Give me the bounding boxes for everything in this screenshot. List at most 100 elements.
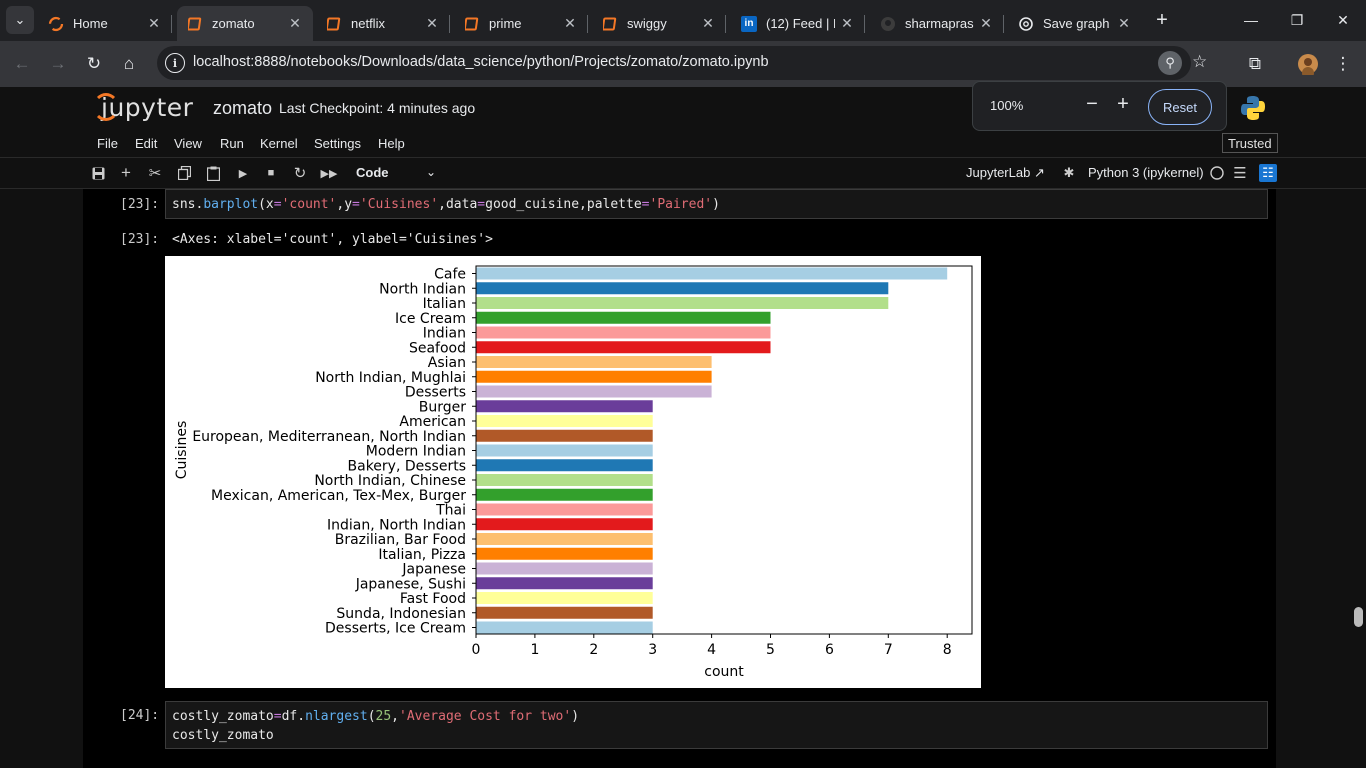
close-window-button[interactable]: ✕ bbox=[1320, 0, 1366, 40]
site-info-icon[interactable]: i bbox=[165, 53, 185, 73]
close-icon[interactable]: ✕ bbox=[835, 15, 859, 32]
close-icon[interactable]: ✕ bbox=[696, 15, 720, 32]
code-editor[interactable]: costly_zomato=df.nlargest(25,'Average Co… bbox=[166, 702, 1267, 750]
jupyterlab-link[interactable]: JupyterLab ↗ bbox=[966, 165, 1045, 181]
y-tick-label: Fast Food bbox=[400, 591, 466, 607]
jupyter-ring-icon bbox=[93, 93, 119, 121]
menu-kernel[interactable]: Kernel bbox=[260, 136, 298, 151]
tab-github[interactable]: sharmaprash ✕ bbox=[870, 6, 1004, 41]
y-tick-label: Thai bbox=[435, 503, 466, 519]
address-bar[interactable]: i localhost:8888/notebooks/Downloads/dat… bbox=[157, 46, 1207, 80]
copy-icon[interactable] bbox=[175, 164, 193, 182]
tab-separator bbox=[864, 15, 865, 33]
notebook-title[interactable]: zomato bbox=[213, 98, 272, 119]
new-tab-button[interactable]: + bbox=[1150, 8, 1174, 32]
x-tick-label: 4 bbox=[707, 642, 716, 658]
jupyter-logo[interactable]: jupyter bbox=[93, 93, 193, 122]
property-inspector-icon[interactable]: ☷ bbox=[1259, 164, 1277, 182]
zoom-icon[interactable]: ⚲ bbox=[1158, 51, 1182, 75]
chevron-down-icon[interactable]: ⌄ bbox=[426, 165, 436, 179]
menu-edit[interactable]: Edit bbox=[135, 136, 157, 151]
menu-view[interactable]: View bbox=[174, 136, 202, 151]
linkedin-icon: in bbox=[741, 15, 757, 32]
jupyterlab-link-label: JupyterLab bbox=[966, 165, 1031, 180]
close-icon[interactable]: ✕ bbox=[283, 15, 307, 32]
tab-search-button[interactable]: ⌄ bbox=[6, 6, 34, 34]
run-icon[interactable]: ▶ bbox=[234, 164, 252, 182]
bar bbox=[476, 606, 653, 619]
close-icon[interactable]: ✕ bbox=[558, 15, 582, 32]
y-tick-label: North Indian, Mughlai bbox=[315, 370, 466, 386]
close-icon[interactable]: ✕ bbox=[1112, 15, 1136, 32]
zoom-reset-button[interactable]: Reset bbox=[1148, 89, 1212, 125]
y-tick-label: Japanese bbox=[401, 562, 466, 578]
bar bbox=[476, 488, 653, 501]
bar bbox=[476, 341, 771, 354]
kernel-name[interactable]: Python 3 (ipykernel) bbox=[1088, 165, 1204, 180]
bar bbox=[476, 474, 653, 486]
menu-run[interactable]: Run bbox=[220, 136, 244, 151]
extensions-icon[interactable]: ⧉ bbox=[1241, 50, 1269, 78]
restart-icon[interactable]: ↻ bbox=[291, 164, 309, 182]
code-cell-23[interactable]: sns.barplot(x='count',y='Cuisines',data=… bbox=[165, 189, 1268, 219]
jupyter-menu-bar: File Edit View Run Kernel Settings Help bbox=[0, 128, 1366, 158]
bar bbox=[476, 503, 653, 516]
zoom-out-button[interactable]: − bbox=[1080, 93, 1104, 116]
minimize-button[interactable]: — bbox=[1228, 0, 1274, 40]
tab-prime[interactable]: prime ✕ bbox=[454, 6, 588, 41]
jupyter-icon bbox=[48, 16, 64, 32]
browser-menu-icon[interactable]: ⋮ bbox=[1329, 50, 1357, 78]
y-tick-label: Cafe bbox=[434, 267, 466, 283]
stop-icon[interactable]: ■ bbox=[262, 164, 280, 182]
menu-file[interactable]: File bbox=[97, 136, 118, 151]
x-tick-label: 0 bbox=[472, 642, 481, 658]
bookmark-star-icon[interactable]: ☆ bbox=[1192, 52, 1207, 72]
tab-linkedin[interactable]: in (12) Feed | Li ✕ bbox=[731, 6, 865, 41]
bar bbox=[476, 356, 712, 368]
home-button[interactable]: ⌂ bbox=[115, 50, 143, 78]
cell-type-select[interactable]: Code bbox=[356, 165, 389, 180]
table-of-contents-icon[interactable]: ☰ bbox=[1231, 164, 1249, 182]
debugger-bug-icon[interactable]: ✱ bbox=[1060, 164, 1078, 182]
menu-help[interactable]: Help bbox=[378, 136, 405, 151]
tab-label: netflix bbox=[351, 16, 385, 31]
bar bbox=[476, 282, 889, 295]
avatar[interactable] bbox=[1294, 50, 1322, 78]
zoom-in-button[interactable]: + bbox=[1111, 93, 1135, 116]
tab-home[interactable]: Home ✕ bbox=[38, 6, 172, 41]
close-icon[interactable]: ✕ bbox=[142, 15, 166, 32]
notebook-scrollbar[interactable] bbox=[1349, 189, 1366, 768]
code-cell-24[interactable]: costly_zomato=df.nlargest(25,'Average Co… bbox=[165, 701, 1268, 749]
tab-netflix[interactable]: netflix ✕ bbox=[316, 6, 450, 41]
scrollbar-thumb[interactable] bbox=[1354, 607, 1363, 627]
tab-separator bbox=[1003, 15, 1004, 33]
bar bbox=[476, 326, 771, 339]
y-tick-label: Burger bbox=[419, 399, 466, 415]
y-tick-label: Brazilian, Bar Food bbox=[335, 532, 466, 548]
forward-button[interactable]: → bbox=[44, 50, 72, 78]
cut-icon[interactable]: ✂ bbox=[146, 164, 164, 182]
tab-chatgpt[interactable]: Save graph i ✕ bbox=[1008, 6, 1142, 41]
close-icon[interactable]: ✕ bbox=[420, 15, 444, 32]
menu-settings[interactable]: Settings bbox=[314, 136, 361, 151]
tab-separator bbox=[171, 15, 172, 33]
save-icon[interactable] bbox=[89, 164, 107, 182]
add-cell-icon[interactable]: + bbox=[117, 163, 135, 182]
close-icon[interactable]: ✕ bbox=[974, 15, 998, 32]
back-button[interactable]: ← bbox=[8, 50, 36, 78]
url-text[interactable]: localhost:8888/notebooks/Downloads/data_… bbox=[193, 54, 769, 70]
restore-button[interactable]: ❐ bbox=[1274, 0, 1320, 40]
tab-zomato[interactable]: zomato ✕ bbox=[177, 6, 313, 41]
paste-icon[interactable] bbox=[204, 164, 222, 182]
barplot-svg: CafeNorth IndianItalianIce CreamIndianSe… bbox=[174, 265, 973, 680]
bar bbox=[476, 459, 653, 472]
reload-button[interactable]: ↻ bbox=[80, 50, 108, 78]
bar bbox=[476, 311, 771, 324]
code-editor[interactable]: sns.barplot(x='count',y='Cuisines',data=… bbox=[166, 190, 1267, 219]
restart-run-all-icon[interactable]: ▶▶ bbox=[320, 164, 338, 182]
chatgpt-icon bbox=[1018, 16, 1034, 32]
tab-swiggy[interactable]: swiggy ✕ bbox=[592, 6, 726, 41]
x-tick-label: 2 bbox=[589, 642, 598, 658]
trusted-badge[interactable]: Trusted bbox=[1222, 133, 1278, 153]
y-tick-label: Asian bbox=[428, 355, 466, 371]
